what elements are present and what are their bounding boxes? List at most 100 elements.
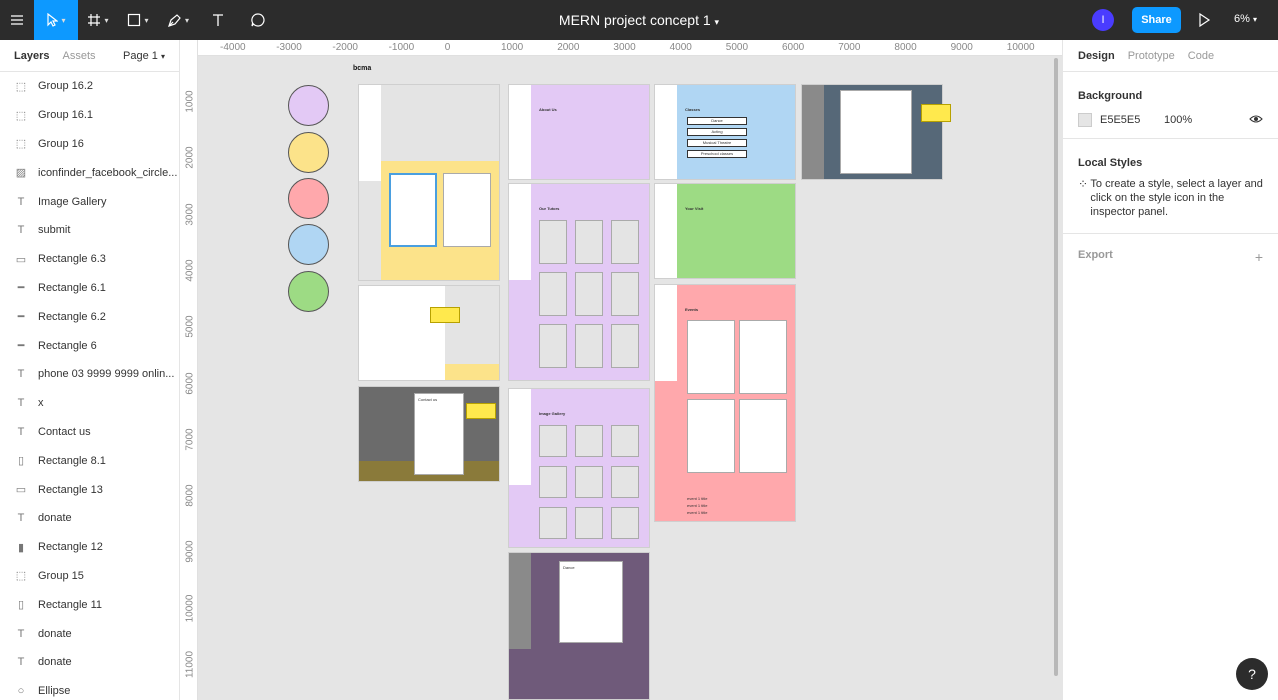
ruler-tick-label: -1000 — [388, 42, 415, 53]
layer-row[interactable]: Tdonate — [0, 504, 179, 533]
layer-name: iconfinder_facebook_circle... — [38, 166, 178, 179]
line-rectangle-icon: ━ — [17, 311, 25, 324]
local-styles-title: Local Styles — [1078, 157, 1143, 169]
ruler-tick-label: 7000 — [184, 428, 196, 451]
eye-icon[interactable] — [1249, 113, 1263, 127]
layer-row[interactable]: ⬚ Group 16.2 — [0, 72, 179, 101]
sticky-note[interactable] — [921, 104, 951, 122]
sticky-note[interactable] — [466, 403, 496, 419]
tab-assets[interactable]: Assets — [62, 50, 95, 62]
layer-row[interactable]: Tx — [0, 389, 179, 418]
image-placeholder — [539, 220, 567, 264]
frame-image-gallery[interactable]: Image Gallery — [508, 388, 650, 548]
chevron-down-icon: ▾ — [144, 15, 149, 25]
background-swatch[interactable] — [1078, 113, 1092, 127]
layer-name: Rectangle 12 — [38, 541, 103, 554]
main-menu-button[interactable] — [0, 0, 34, 40]
event-row: event 1 title — [687, 510, 708, 515]
comment-tool-button[interactable] — [238, 0, 278, 40]
dance-modal — [840, 90, 912, 174]
export-title: Export — [1078, 249, 1113, 261]
layer-row[interactable]: ⬚ Group 16.1 — [0, 101, 179, 130]
chevron-down-icon: ▾ — [104, 15, 109, 25]
background-hex[interactable]: E5E5E5 — [1100, 114, 1164, 126]
sticky-note[interactable] — [430, 307, 460, 323]
frame-home[interactable] — [358, 84, 500, 281]
layer-row[interactable]: Tdonate — [0, 648, 179, 677]
layer-row[interactable]: ▮ Rectangle 12 — [0, 533, 179, 562]
share-button[interactable]: Share — [1132, 7, 1181, 33]
layer-row[interactable]: T Image Gallery — [0, 187, 179, 216]
palette-circle-pink[interactable] — [288, 178, 329, 219]
layer-name: Rectangle 6.2 — [38, 310, 106, 323]
layer-row[interactable]: ▨ iconfinder_facebook_circle... — [0, 158, 179, 187]
move-tool-button[interactable]: ▾ — [34, 0, 78, 40]
page-selector[interactable]: Page 1 ▾ — [123, 50, 165, 62]
background-opacity[interactable]: 100% — [1164, 114, 1192, 126]
frame-classes[interactable]: Classes Dance Acting Musical Theatre Pre… — [654, 84, 796, 180]
tall-rectangle-icon: ▯ — [17, 599, 25, 612]
tab-layers[interactable]: Layers — [14, 50, 49, 62]
group-icon: ⬚ — [15, 109, 27, 122]
shape-tool-button[interactable]: ▾ — [118, 0, 158, 40]
export-section: Export + — [1063, 234, 1278, 280]
palette-circle-purple[interactable] — [288, 85, 329, 126]
frame-your-visit[interactable]: Your Visit — [654, 183, 796, 279]
present-button[interactable] — [1194, 10, 1214, 30]
right-panel-tabs: Design Prototype Code — [1063, 40, 1278, 72]
avatar[interactable]: I — [1092, 9, 1114, 31]
ruler-tick-label: 3000 — [613, 42, 636, 53]
image-placeholder — [443, 173, 491, 247]
frame-about-us[interactable]: About Us — [508, 84, 650, 180]
local-styles-text: To create a style, select a layer and cl… — [1090, 178, 1263, 218]
image-placeholder — [575, 324, 603, 368]
text-tool-button[interactable] — [198, 0, 238, 40]
tab-code[interactable]: Code — [1188, 50, 1214, 62]
layer-row[interactable]: ━ Rectangle 6 — [0, 331, 179, 360]
ruler-tick-label: 5000 — [725, 42, 749, 53]
frame-donate-grey-section — [445, 286, 499, 364]
frame-tool-button[interactable]: ▾ — [78, 0, 118, 40]
layer-row[interactable]: Tphone 03 9999 9999 onlin... — [0, 360, 179, 389]
chevron-down-icon[interactable]: ▾ — [715, 17, 720, 27]
palette-circle-yellow[interactable] — [288, 132, 329, 173]
tab-design[interactable]: Design — [1078, 50, 1115, 62]
frame-our-tutors[interactable]: Our Tutors — [508, 183, 650, 381]
zoom-dropdown[interactable]: 6% ▾ — [1234, 13, 1257, 25]
layer-row[interactable]: ▯ Rectangle 8.1 — [0, 446, 179, 475]
tab-prototype[interactable]: Prototype — [1128, 50, 1175, 62]
file-title-text[interactable]: MERN project concept 1 — [559, 12, 711, 28]
layer-name: Group 16.2 — [38, 80, 94, 93]
layer-row[interactable]: ⬚ Group 16 — [0, 130, 179, 159]
layer-row[interactable]: ▯ Rectangle 11 — [0, 590, 179, 619]
image-placeholder — [611, 324, 639, 368]
ruler-tick-label: 7000 — [838, 42, 861, 53]
image-placeholder — [539, 425, 567, 457]
help-button[interactable]: ? — [1236, 658, 1268, 690]
layers-panel: Layers Assets Page 1 ▾ ⬚ Group 16.2 ⬚ Group… — [0, 40, 180, 700]
layer-row[interactable]: Tdonate — [0, 619, 179, 648]
frame-dance-overlay[interactable]: Dance — [508, 552, 650, 700]
pen-tool-button[interactable]: ▾ — [158, 0, 198, 40]
frame-donate[interactable] — [358, 285, 500, 381]
layer-row[interactable]: ▭ Rectangle 13 — [0, 475, 179, 504]
add-icon[interactable]: + — [1255, 249, 1263, 265]
left-panel-tabs: Layers Assets Page 1 ▾ — [0, 40, 179, 72]
layer-row[interactable]: ⬚ Group 15 — [0, 562, 179, 591]
layer-row[interactable]: ○ Ellipse — [0, 677, 179, 700]
frame-dance-modal-overlay[interactable] — [801, 84, 943, 180]
frame-contact-overlay[interactable]: Contact us — [358, 386, 500, 482]
layer-row[interactable]: ▭ Rectangle 6.3 — [0, 245, 179, 274]
palette-circle-green[interactable] — [288, 271, 329, 312]
frame-sidebar — [509, 389, 531, 485]
layer-row[interactable]: ━ Rectangle 6.1 — [0, 274, 179, 303]
vertical-scrollbar[interactable] — [1054, 58, 1058, 676]
palette-circle-blue[interactable] — [288, 224, 329, 265]
image-placeholder — [575, 466, 603, 498]
layer-row[interactable]: Tsubmit — [0, 216, 179, 245]
canvas[interactable]: bcma Contact us About Us Our Tutors Imag… — [198, 56, 1062, 700]
event-card — [739, 320, 787, 394]
layer-row[interactable]: T Contact us — [0, 418, 179, 447]
frame-events[interactable]: Events event 1 title event 1 title event… — [654, 284, 796, 522]
layer-row[interactable]: ━ Rectangle 6.2 — [0, 302, 179, 331]
